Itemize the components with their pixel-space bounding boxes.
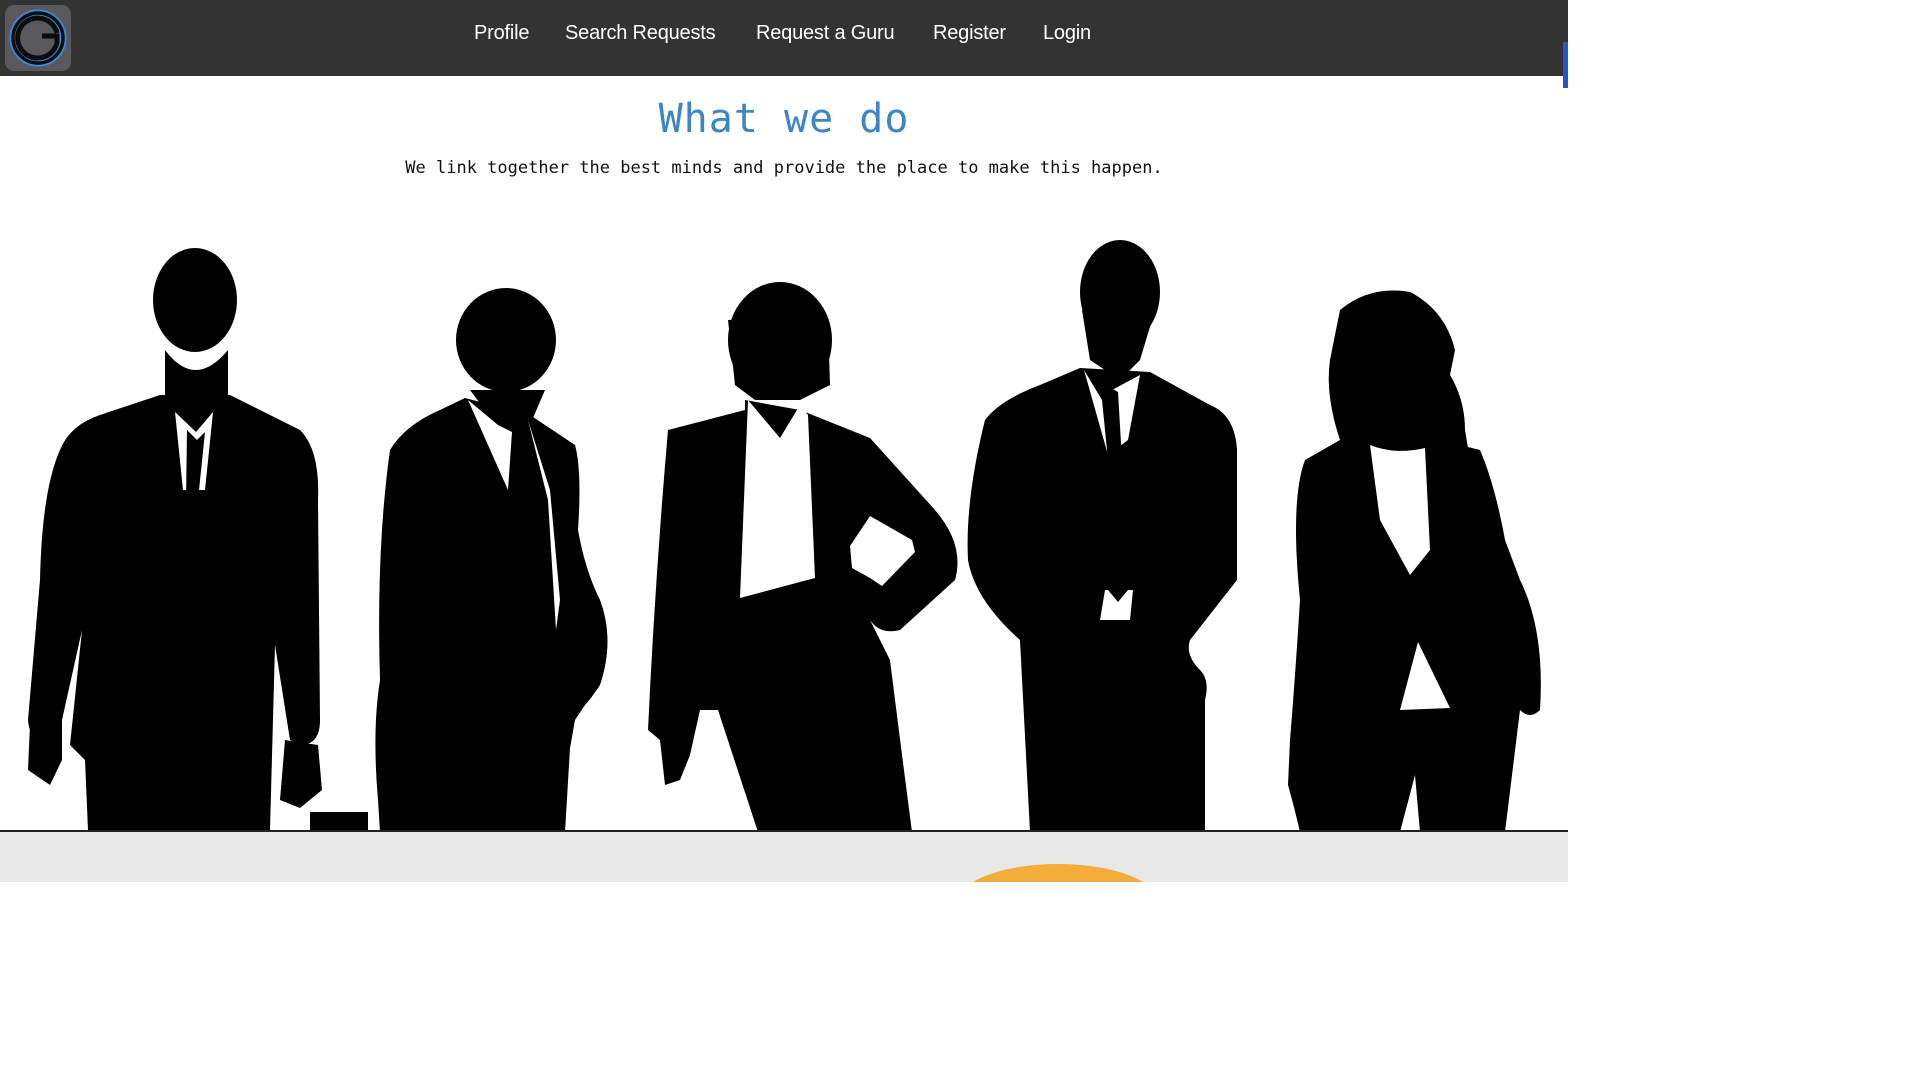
nav-links: Profile Search Requests Request a Guru R… xyxy=(0,0,1568,76)
page-title: What we do xyxy=(658,96,910,142)
page-subtitle: We link together the best minds and prov… xyxy=(405,158,1163,178)
nav-link-request-a-guru[interactable]: Request a Guru xyxy=(756,22,895,45)
orange-circle-icon xyxy=(972,864,1144,882)
nav-link-login[interactable]: Login xyxy=(1043,22,1091,45)
next-section-band xyxy=(0,832,1568,882)
top-navbar: Profile Search Requests Request a Guru R… xyxy=(0,0,1568,76)
nav-link-profile[interactable]: Profile xyxy=(474,22,529,45)
man-silhouette-1-icon xyxy=(28,248,368,832)
scroll-indicator xyxy=(1563,42,1568,88)
nav-link-search-requests[interactable]: Search Requests xyxy=(565,22,716,45)
business-people-silhouettes-image xyxy=(28,240,1541,832)
nav-link-register[interactable]: Register xyxy=(933,22,1006,45)
